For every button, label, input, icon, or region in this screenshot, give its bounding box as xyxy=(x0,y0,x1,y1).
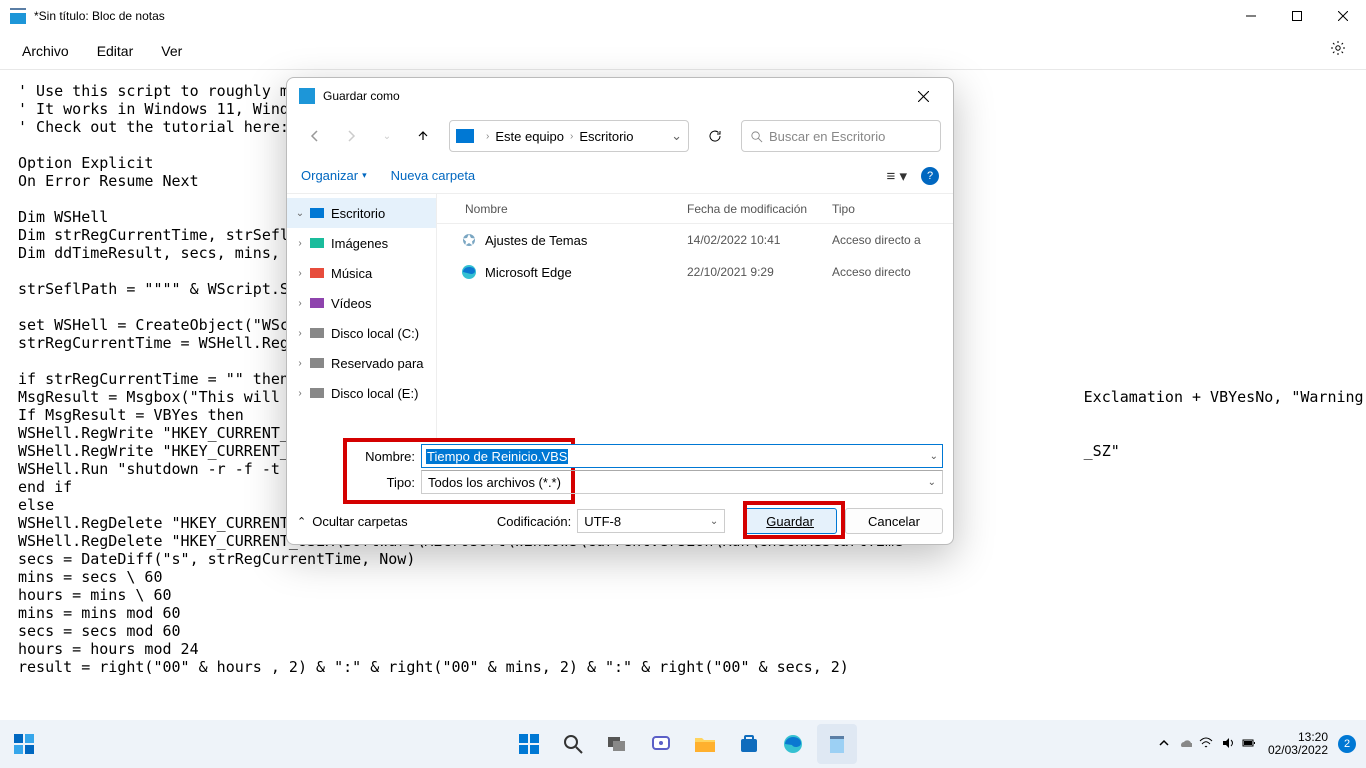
system-tray[interactable] xyxy=(1155,736,1258,753)
taskbar: 13:20 02/03/2022 2 xyxy=(0,720,1366,768)
onedrive-icon xyxy=(1178,736,1192,750)
sidebar-item-6[interactable]: ›Disco local (E:) xyxy=(287,378,436,408)
encoding-label: Codificación: xyxy=(497,514,571,529)
task-view-button[interactable] xyxy=(597,724,637,764)
breadcrumb-bar[interactable]: › Este equipo › Escritorio ⌄ xyxy=(449,120,689,152)
breadcrumb-folder[interactable]: Escritorio xyxy=(579,129,633,144)
chevron-up-icon xyxy=(1157,736,1171,750)
sidebar-item-5[interactable]: ›Reservado para xyxy=(287,348,436,378)
column-name[interactable]: Nombre xyxy=(437,202,687,216)
nav-forward-button[interactable] xyxy=(335,120,367,152)
sidebar-label: Música xyxy=(331,266,372,281)
volume-icon xyxy=(1221,736,1235,750)
notepad-title: *Sin título: Bloc de notas xyxy=(34,9,165,23)
encoding-select[interactable]: UTF-8 ⌄ xyxy=(577,509,725,533)
hide-folders-button[interactable]: Ocultar carpetas xyxy=(297,514,408,529)
close-button[interactable] xyxy=(1320,0,1366,32)
menu-file[interactable]: Archivo xyxy=(8,35,83,67)
sidebar-item-3[interactable]: ›Vídeos xyxy=(287,288,436,318)
settings-button[interactable] xyxy=(1318,32,1358,69)
help-button[interactable]: ? xyxy=(921,167,939,185)
filetype-select[interactable]: Todos los archivos (*.*) ⌄ xyxy=(421,470,943,494)
organize-button[interactable]: Organizar xyxy=(301,168,367,183)
menu-view[interactable]: Ver xyxy=(147,35,196,67)
widgets-button[interactable] xyxy=(2,722,46,766)
search-button[interactable] xyxy=(553,724,593,764)
search-input[interactable]: Buscar en Escritorio xyxy=(741,120,941,152)
sidebar-item-0[interactable]: ⌄Escritorio xyxy=(287,198,436,228)
search-placeholder: Buscar en Escritorio xyxy=(769,129,885,144)
file-row[interactable]: Ajustes de Temas14/02/2022 10:41Acceso d… xyxy=(437,224,953,256)
dialog-icon xyxy=(299,88,315,104)
chat-button[interactable] xyxy=(641,724,681,764)
maximize-button[interactable] xyxy=(1274,0,1320,32)
explorer-button[interactable] xyxy=(685,724,725,764)
refresh-button[interactable] xyxy=(699,120,731,152)
sidebar: ⌄Escritorio›Imágenes›Música›Vídeos›Disco… xyxy=(287,194,437,438)
sidebar-label: Disco local (C:) xyxy=(331,326,419,341)
filename-value: Tiempo de Reinicio.VBS xyxy=(426,449,568,464)
filetype-label: Tipo: xyxy=(357,475,415,490)
notepad-icon xyxy=(10,8,26,24)
notepad-menubar: Archivo Editar Ver xyxy=(0,32,1366,70)
cancel-button[interactable]: Cancelar xyxy=(845,508,943,534)
wifi-icon xyxy=(1199,736,1213,750)
start-button[interactable] xyxy=(509,724,549,764)
column-date[interactable]: Fecha de modificación xyxy=(687,202,832,216)
save-dialog: Guardar como ⌄ › Este equipo › Escritori… xyxy=(286,77,954,545)
dialog-titlebar: Guardar como xyxy=(287,78,953,114)
file-row[interactable]: Microsoft Edge22/10/2021 9:29Acceso dire… xyxy=(437,256,953,288)
sidebar-item-2[interactable]: ›Música xyxy=(287,258,436,288)
save-button[interactable]: Guardar xyxy=(743,508,837,534)
filename-input[interactable]: Tiempo de Reinicio.VBS ⌄ xyxy=(421,444,943,468)
sidebar-item-4[interactable]: ›Disco local (C:) xyxy=(287,318,436,348)
nav-back-button[interactable] xyxy=(299,120,331,152)
breadcrumb-root[interactable]: Este equipo xyxy=(495,129,564,144)
dialog-close-button[interactable] xyxy=(901,81,945,111)
sidebar-label: Escritorio xyxy=(331,206,385,221)
notification-badge[interactable]: 2 xyxy=(1338,735,1356,753)
battery-icon xyxy=(1242,736,1256,750)
new-folder-button[interactable]: Nueva carpeta xyxy=(391,168,476,183)
notepad-taskbar-button[interactable] xyxy=(817,724,857,764)
notepad-titlebar: *Sin título: Bloc de notas xyxy=(0,0,1366,32)
search-icon xyxy=(750,130,763,143)
minimize-button[interactable] xyxy=(1228,0,1274,32)
column-type[interactable]: Tipo xyxy=(832,202,953,216)
nav-up-button[interactable] xyxy=(407,120,439,152)
encoding-value: UTF-8 xyxy=(584,514,621,529)
view-button[interactable]: ≡ ▾ xyxy=(887,167,907,185)
date: 02/03/2022 xyxy=(1268,744,1328,757)
file-list: Ajustes de Temas14/02/2022 10:41Acceso d… xyxy=(437,224,953,288)
filename-label: Nombre: xyxy=(357,449,415,464)
sidebar-label: Vídeos xyxy=(331,296,371,311)
store-button[interactable] xyxy=(729,724,769,764)
sidebar-item-1[interactable]: ›Imágenes xyxy=(287,228,436,258)
sidebar-label: Reservado para xyxy=(331,356,424,371)
dialog-title: Guardar como xyxy=(323,89,400,103)
clock[interactable]: 13:20 02/03/2022 xyxy=(1268,731,1328,757)
edge-button[interactable] xyxy=(773,724,813,764)
filetype-value: Todos los archivos (*.*) xyxy=(428,475,561,490)
sidebar-label: Disco local (E:) xyxy=(331,386,418,401)
menu-edit[interactable]: Editar xyxy=(83,35,148,67)
pc-icon xyxy=(456,129,474,143)
sidebar-label: Imágenes xyxy=(331,236,388,251)
nav-recent-button[interactable]: ⌄ xyxy=(371,120,403,152)
